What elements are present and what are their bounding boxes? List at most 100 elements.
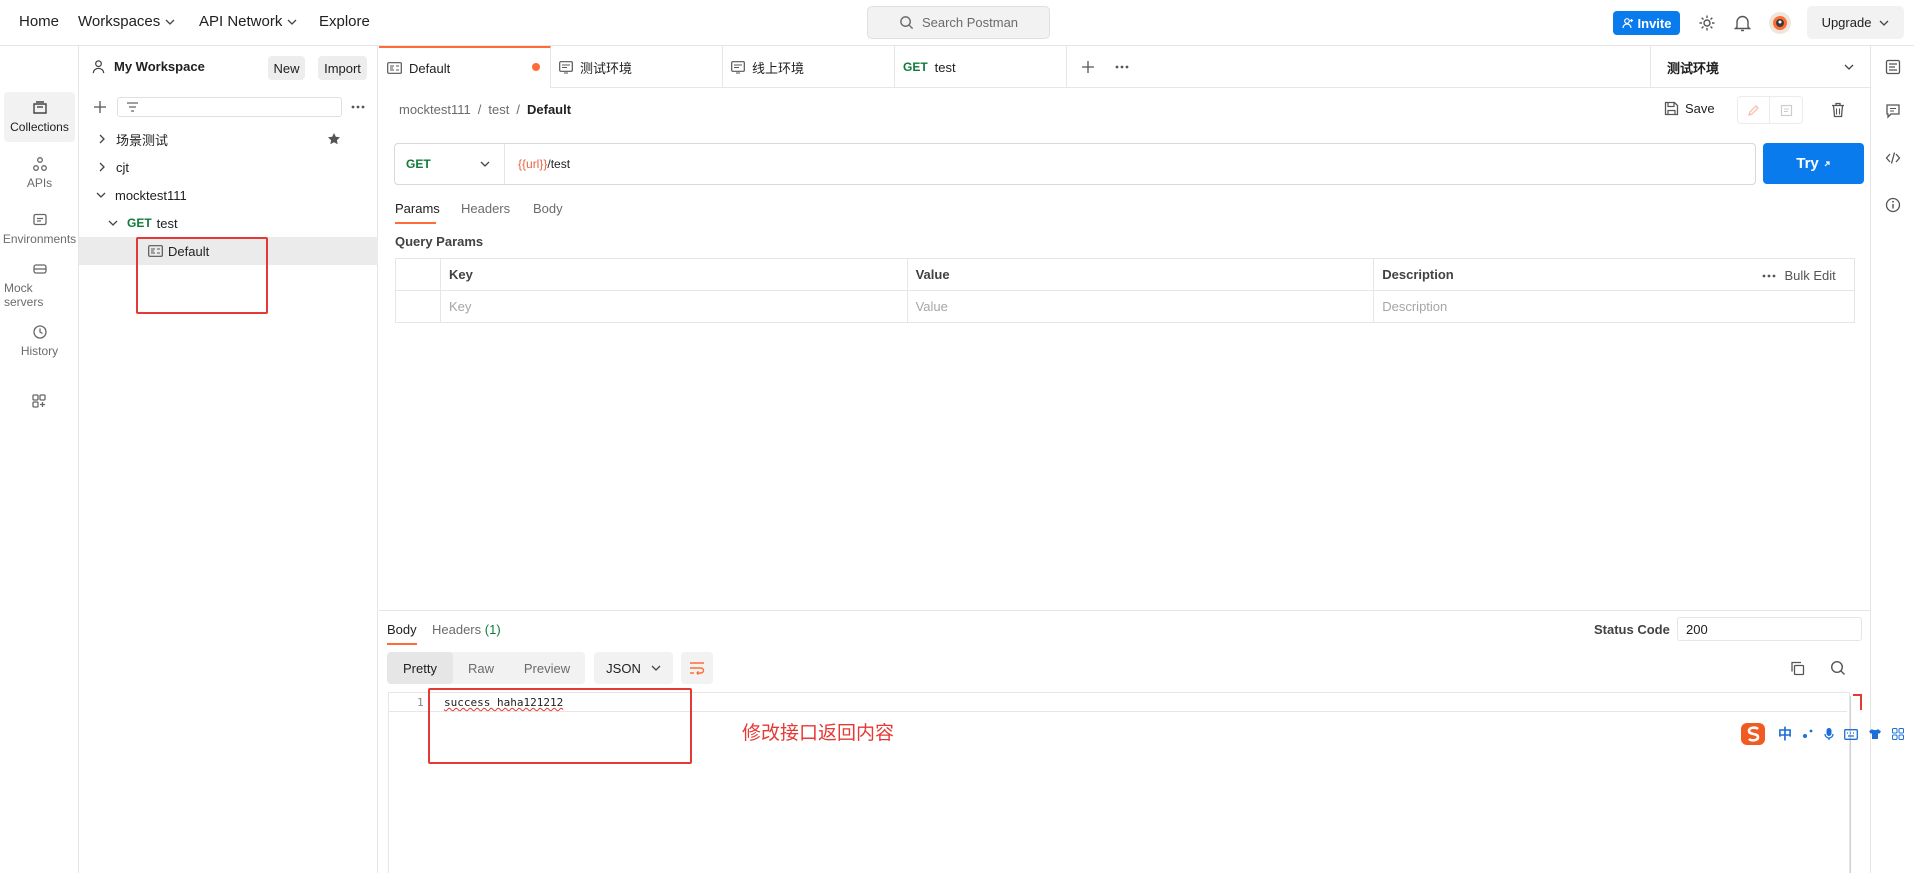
mock-servers-icon	[32, 264, 47, 274]
breadcrumb-request[interactable]: test	[488, 102, 509, 117]
nav-workspaces-label: Workspaces	[78, 13, 161, 30]
chevron-down-icon	[96, 192, 106, 198]
save-label: Save	[1685, 101, 1715, 116]
tab-default[interactable]: Default	[379, 46, 551, 88]
environment-icon	[731, 60, 745, 74]
preview-button[interactable]: Preview	[509, 652, 585, 684]
table-row: Key Value Description	[395, 290, 1855, 323]
pretty-button[interactable]: Pretty	[387, 652, 453, 684]
wrap-lines-button[interactable]	[681, 652, 713, 684]
sogou-logo-icon[interactable]	[1740, 721, 1768, 747]
breadcrumb-collection[interactable]: mocktest111	[399, 102, 471, 117]
bell-icon[interactable]	[1734, 14, 1751, 32]
plus-icon[interactable]	[93, 100, 107, 114]
method-select[interactable]: GET	[395, 144, 505, 184]
environment-selector[interactable]: 测试环境	[1650, 46, 1870, 88]
rail-collections[interactable]: Collections	[4, 92, 75, 142]
nav-api-network-label: API Network	[199, 13, 283, 30]
breadcrumb: mocktest111 / test / Default	[399, 102, 571, 117]
query-params-table: Key Value Description Bulk Edit Key Valu…	[395, 258, 1856, 323]
url-input[interactable]: {{url}}/test	[505, 144, 1755, 184]
rail-mock-servers[interactable]: Mock servers	[4, 260, 75, 310]
tab-test-env[interactable]: 测试环境	[551, 46, 723, 88]
collection-item[interactable]: 场景测试	[79, 125, 378, 153]
star-icon[interactable]	[327, 132, 341, 146]
status-code-label: Status Code	[1594, 622, 1670, 637]
response-tab-body[interactable]: Body	[387, 622, 417, 637]
column-value: Value	[906, 258, 1375, 291]
response-divider	[379, 610, 1870, 611]
tab-headers[interactable]: Headers	[461, 201, 510, 216]
nav-explore[interactable]: Explore	[319, 13, 370, 30]
request-item[interactable]: GET test	[79, 209, 378, 237]
save-icon	[1664, 101, 1679, 116]
breadcrumb-separator: /	[516, 102, 520, 117]
raw-button[interactable]: Raw	[453, 652, 509, 684]
more-icon[interactable]	[1762, 274, 1776, 278]
key-input[interactable]: Key	[439, 290, 908, 323]
rail-history[interactable]: History	[4, 316, 75, 366]
description-input[interactable]: Description	[1373, 290, 1855, 323]
nav-api-network[interactable]: API Network	[199, 13, 297, 30]
tab-prod-env[interactable]: 线上环境	[723, 46, 895, 88]
more-icon[interactable]	[1115, 65, 1129, 69]
new-button[interactable]: New	[268, 56, 305, 80]
nav-workspaces[interactable]: Workspaces	[78, 13, 175, 30]
bulk-edit[interactable]: Bulk Edit	[1754, 258, 1856, 291]
active-tab-underline	[395, 222, 436, 224]
configure-workbench-icon[interactable]	[31, 393, 47, 409]
request-url-bar: GET {{url}}/test	[394, 143, 1756, 185]
gear-icon[interactable]	[1698, 14, 1716, 32]
ime-chinese-mode[interactable]: 中	[1778, 724, 1792, 744]
collection-item[interactable]: mocktest111	[79, 181, 378, 209]
try-button[interactable]: Try	[1763, 143, 1864, 184]
save-button[interactable]: Save	[1664, 101, 1715, 116]
response-tab-headers[interactable]: Headers (1)	[432, 622, 501, 637]
edit-mode[interactable]	[1738, 97, 1771, 123]
tab-get-test[interactable]: GET test	[895, 46, 1067, 88]
code-icon[interactable]	[1885, 150, 1901, 166]
avatar[interactable]	[1768, 11, 1792, 35]
upgrade-button[interactable]: Upgrade	[1807, 6, 1904, 39]
rail-label: Environments	[2, 232, 77, 246]
keyboard-icon[interactable]	[1844, 728, 1858, 740]
upgrade-label: Upgrade	[1821, 15, 1872, 30]
table-cell	[395, 258, 441, 291]
search-icon[interactable]	[1830, 660, 1846, 676]
nav-home[interactable]: Home	[19, 13, 59, 30]
search-input[interactable]: Search Postman	[867, 6, 1050, 39]
tab-params[interactable]: Params	[395, 201, 440, 216]
skin-shirt-icon[interactable]	[1868, 728, 1882, 740]
info-icon[interactable]	[1885, 197, 1901, 213]
value-input[interactable]: Value	[906, 290, 1375, 323]
row-checkbox-cell	[395, 290, 441, 323]
copy-icon[interactable]	[1790, 661, 1805, 676]
doc-mode[interactable]	[1770, 97, 1802, 123]
more-icon[interactable]	[351, 105, 365, 109]
collection-item[interactable]: cjt	[79, 153, 378, 181]
invite-button[interactable]: Invite	[1613, 11, 1680, 35]
toolbox-grid-icon[interactable]	[1892, 728, 1904, 740]
line-number: 1	[417, 696, 424, 709]
tab-body[interactable]: Body	[533, 201, 563, 216]
format-label: JSON	[606, 660, 641, 676]
right-context-bar	[1870, 46, 1914, 873]
microphone-icon[interactable]	[1824, 727, 1834, 741]
rail-environments[interactable]: Environments	[2, 204, 77, 254]
url-variable: {{url}}	[518, 157, 548, 171]
format-select[interactable]: JSON	[594, 652, 673, 684]
comments-icon[interactable]	[1885, 103, 1901, 119]
rail-apis[interactable]: APIs	[4, 148, 75, 198]
chevron-right-icon	[99, 162, 105, 172]
status-code-input[interactable]: 200	[1677, 617, 1862, 641]
filter-input[interactable]	[117, 97, 342, 117]
collection-label: 场景测试	[116, 132, 169, 148]
environment-quicklook-icon[interactable]	[1885, 59, 1901, 75]
view-toggle[interactable]	[1737, 96, 1803, 124]
import-button[interactable]: Import	[318, 56, 367, 80]
filter-icon	[127, 102, 138, 112]
rail-label: Mock servers	[4, 281, 44, 309]
plus-icon[interactable]	[1081, 60, 1095, 74]
punctuation-icon[interactable]	[1802, 728, 1814, 740]
trash-icon[interactable]	[1831, 102, 1845, 118]
